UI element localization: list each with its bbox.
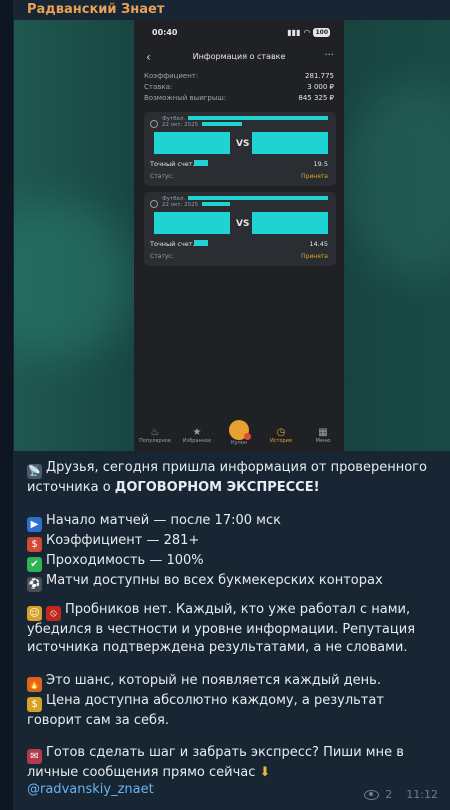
clock-icon: ◷ xyxy=(276,427,286,438)
bet-card: Футбол. 22 окт. 2025 VS Точный счет. 19.… xyxy=(144,112,336,186)
tab-bar: ♨ Популярное ★ Избранное Купон ◷ История ▦ М… xyxy=(134,420,344,451)
redaction-bar xyxy=(188,196,328,200)
message-time: 11:12 xyxy=(406,788,438,801)
tab-coupon: Купон xyxy=(218,420,260,446)
card-date: 22 окт. 2025 xyxy=(162,202,199,208)
redaction-bar xyxy=(202,202,230,206)
football-icon xyxy=(150,120,158,128)
message-paragraph: 📡 Друзья, сегодня пришла информация от пр… xyxy=(27,460,427,495)
ticket-icon xyxy=(229,420,251,440)
bet-card: Футбол. 22 окт. 2025 VS Точный счет. 14.… xyxy=(144,192,336,266)
status-time: 00:40 xyxy=(152,28,178,37)
signal-icon: ▮▮▮ xyxy=(287,28,301,37)
wifi-icon: ◠ xyxy=(303,28,311,37)
redaction-bar xyxy=(202,122,242,126)
nav-title: Информация о ставке xyxy=(192,52,286,61)
channel-name[interactable]: Радванский Знает xyxy=(27,2,164,17)
background-glow xyxy=(344,80,450,280)
moneybag-icon: $ xyxy=(27,537,42,552)
background-glow xyxy=(14,200,134,360)
phone-screenshot: 00:40 ▮▮▮ ◠ 100 ‹ Информация о ставке ··… xyxy=(134,20,344,451)
info-row: Возможный выигрыш: 845 325 ₽ xyxy=(144,94,334,102)
no-entry-icon: ⦸ xyxy=(46,606,61,621)
eye-icon xyxy=(364,789,380,800)
fire-icon: 🔥 xyxy=(27,677,42,692)
soccer-ball-icon: ⚽ xyxy=(27,577,42,592)
team-away-redaction xyxy=(252,132,328,154)
team-home-redaction xyxy=(154,212,230,234)
vs-label: VS xyxy=(236,139,250,149)
message-photo[interactable]: 00:40 ▮▮▮ ◠ 100 ‹ Информация о ставке ··… xyxy=(14,20,450,451)
vs-label: VS xyxy=(236,219,250,229)
message-paragraph: ✉ Готов сделать шаг и забрать экспресс? П… xyxy=(27,745,404,780)
message-paragraph: ☺ ⦸ Пробников нет. Каждый, кто уже работал… xyxy=(27,602,416,655)
envelope-icon: ✉ xyxy=(27,749,42,764)
odds-value: 14.45 xyxy=(309,240,328,248)
play-button-icon: ▶ xyxy=(27,517,42,532)
odds-value: 19.5 xyxy=(313,160,328,168)
satellite-dish-icon: 📡 xyxy=(27,464,42,479)
more-icon: ··· xyxy=(324,50,334,61)
team-away-redaction xyxy=(252,212,328,234)
star-icon: ★ xyxy=(192,427,202,438)
tab-popular: ♨ Популярное xyxy=(134,427,176,444)
bet-info: Коэффициент: 281.775 Ставка: 3 000 ₽ Возмо… xyxy=(144,72,334,105)
message-meta: 2 11:12 xyxy=(364,788,438,801)
info-row: Коэффициент: 281.775 xyxy=(144,72,334,80)
tab-favorites: ★ Избранное xyxy=(176,427,218,444)
tab-menu: ▦ Меню xyxy=(302,427,344,444)
list-item: $ Коэффициент — 281+ xyxy=(27,532,437,552)
battery-icon: 100 xyxy=(313,28,330,37)
info-row: Ставка: 3 000 ₽ xyxy=(144,83,334,91)
nav-bar: ‹ Информация о ставке ··· xyxy=(134,50,344,66)
status-value: Принята xyxy=(301,253,328,260)
redaction-bar xyxy=(188,116,328,120)
redaction-bar xyxy=(194,240,208,246)
tab-history: ◷ История xyxy=(260,427,302,444)
money-face-icon: $ xyxy=(27,697,42,712)
message-list: ▶ Начало матчей — после 17:00 мск $ Коэффи… xyxy=(27,512,437,592)
thinking-face-icon: ☺ xyxy=(27,606,42,621)
grid-icon: ▦ xyxy=(318,427,328,438)
redaction-bar xyxy=(194,160,208,166)
status-bar: 00:40 ▮▮▮ ◠ 100 xyxy=(134,28,344,40)
card-date: 22 окт. 2025 xyxy=(162,122,199,128)
arrow-down-icon: ⬇ xyxy=(259,765,271,780)
status-label: Статус: xyxy=(150,253,174,260)
check-mark-icon: ✔ xyxy=(27,557,42,572)
views-count: 2 xyxy=(385,788,393,801)
market-label: Точный счет. xyxy=(150,160,195,168)
football-icon xyxy=(150,200,158,208)
team-home-redaction xyxy=(154,132,230,154)
status-label: Статус: xyxy=(150,173,174,180)
list-item: ⚽ Матчи доступны во всех букмекерских кон… xyxy=(27,573,383,592)
market-label: Точный счет. xyxy=(150,240,195,248)
list-item: ✔ Проходимость — 100% xyxy=(27,552,437,572)
fire-icon: ♨ xyxy=(150,427,160,438)
message-paragraph: 🔥 Это шанс, который не появляется каждый … xyxy=(27,673,384,728)
list-item: ▶ Начало матчей — после 17:00 мск xyxy=(27,512,437,532)
status-value: Принята xyxy=(301,173,328,180)
